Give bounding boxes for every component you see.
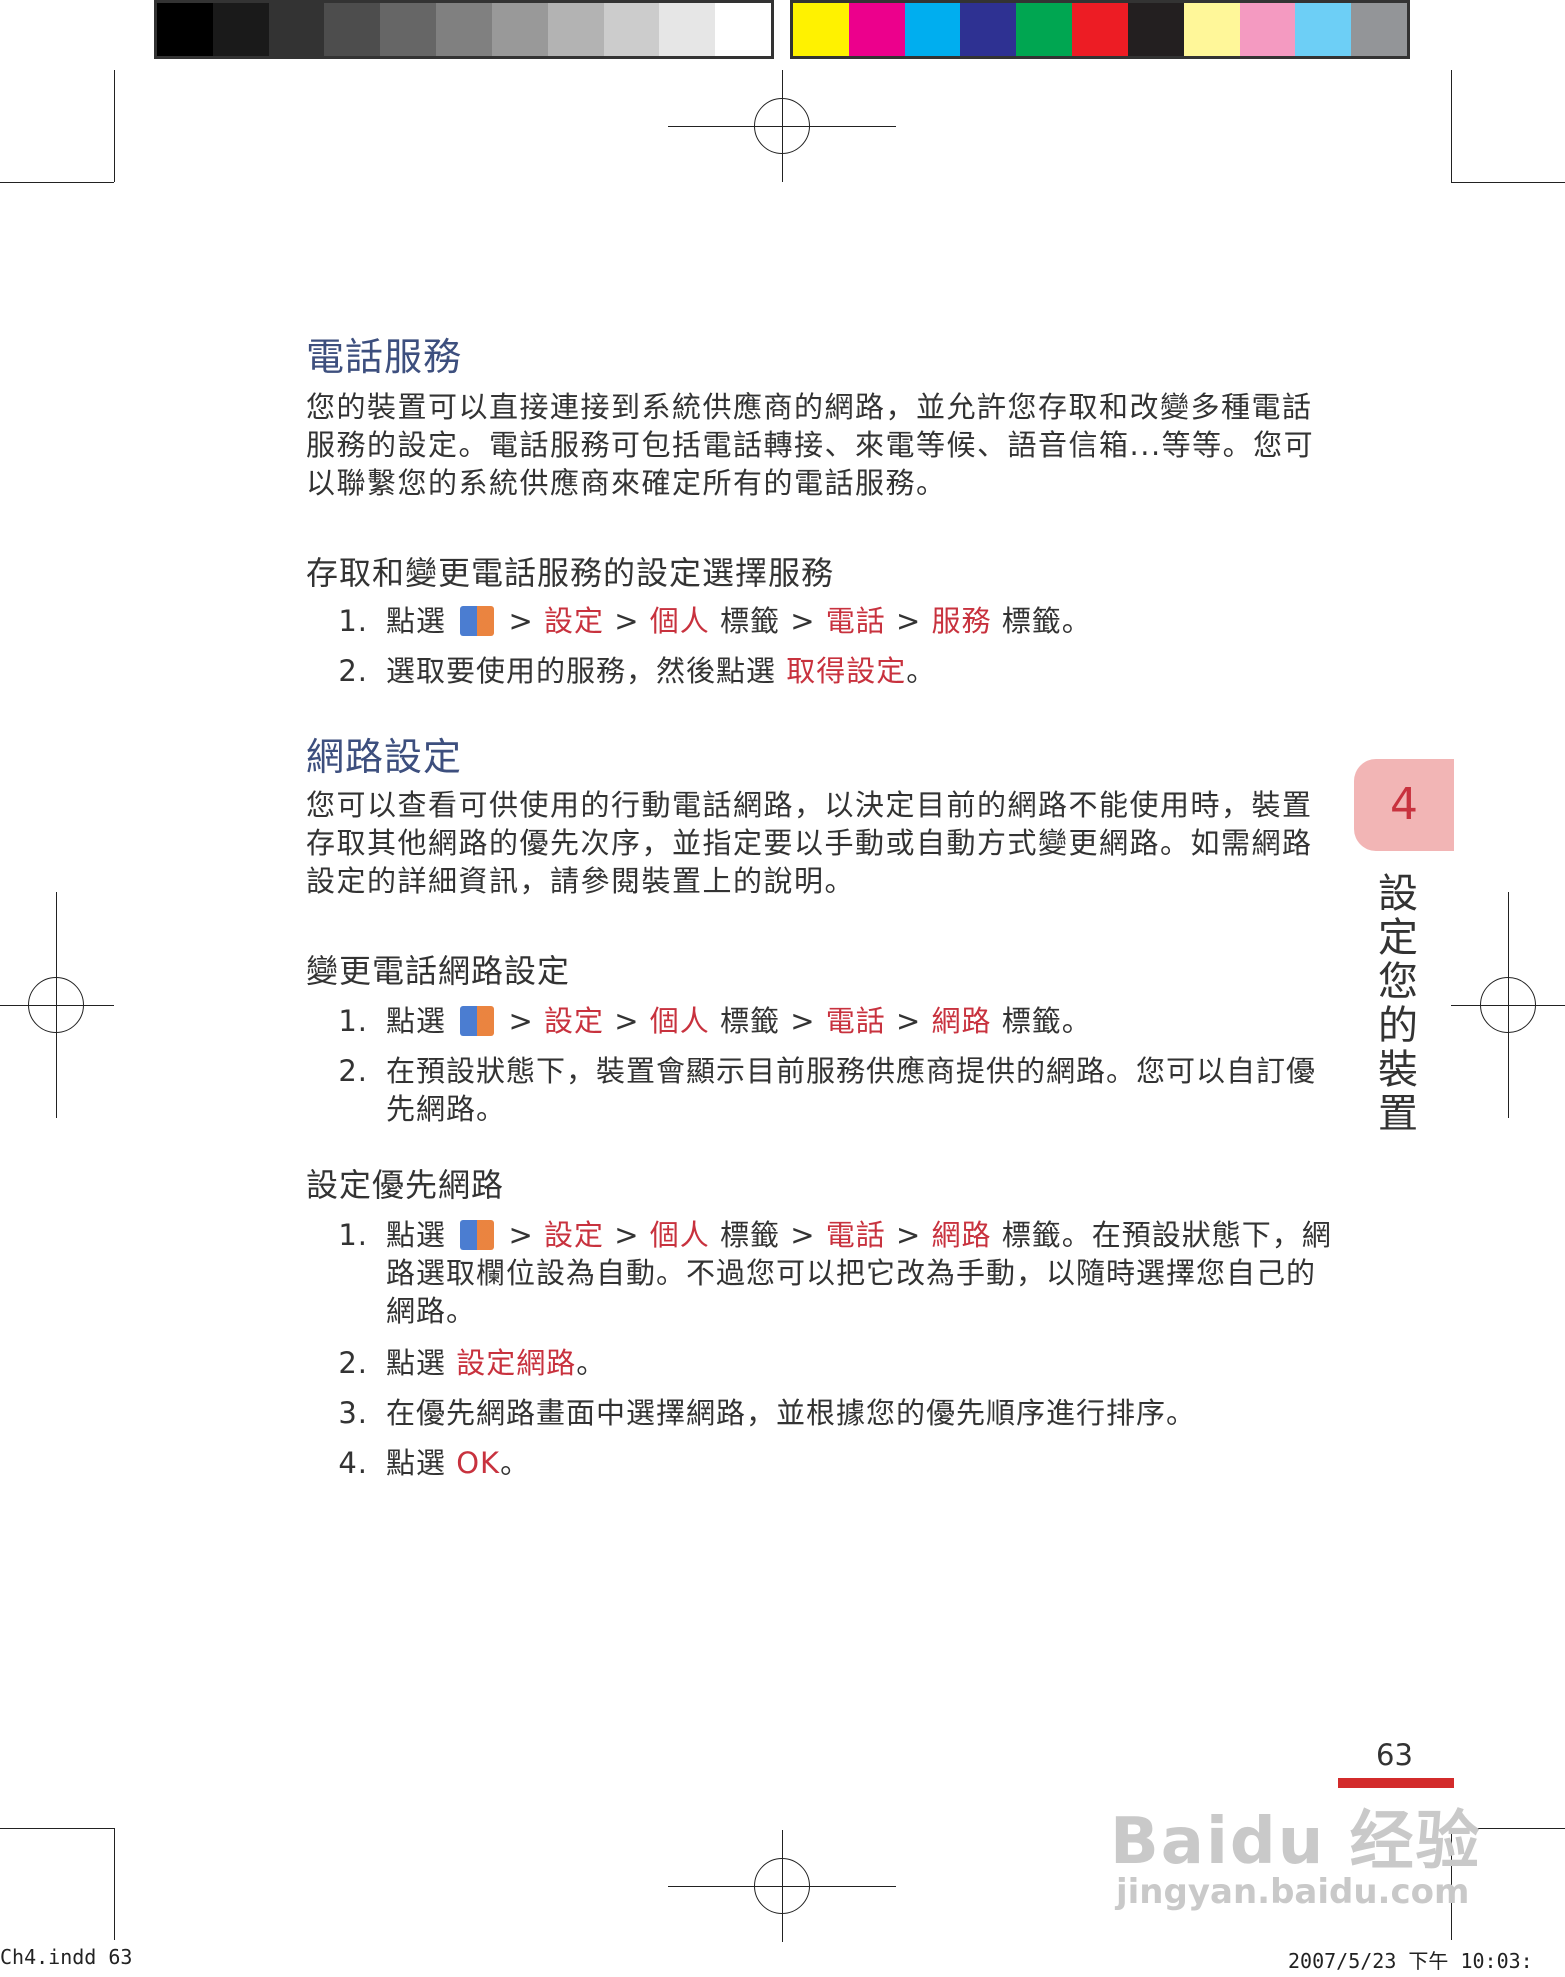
step-text: 點選 > 設定 > 個人 標籤 > 電話 > 網路 標籤。 — [386, 1004, 1092, 1038]
crop-mark — [1451, 70, 1452, 182]
gray-swatch — [603, 3, 660, 56]
color-swatch — [1127, 3, 1184, 56]
step-text: 點選 設定網路。 — [386, 1346, 607, 1380]
tab-services[interactable]: 服務 — [932, 604, 992, 638]
menu-settings[interactable]: 設定 — [544, 1218, 604, 1252]
step-number: 4. — [338, 1446, 368, 1480]
gray-swatch — [212, 3, 269, 56]
step-text: 在優先網路畫面中選擇網路，並根據您的優先順序進行排序。 — [386, 1396, 1197, 1430]
windows-start-icon[interactable] — [460, 606, 495, 636]
registration-circle — [754, 1858, 810, 1914]
gray-swatch — [491, 3, 548, 56]
color-swatch — [1239, 3, 1296, 56]
menu-settings[interactable]: 設定 — [544, 604, 604, 638]
page-number: 63 — [1376, 1738, 1413, 1772]
gray-swatch — [157, 3, 213, 56]
subsection-access-phone-services: 存取和變更電話服務的設定選擇服務 — [306, 554, 835, 592]
step-number: 1. — [338, 1004, 368, 1038]
process-color-bar — [790, 0, 1410, 59]
section-title-phone-services: 電話服務 — [306, 335, 463, 379]
gray-swatch — [436, 3, 492, 56]
registration-circle — [28, 977, 84, 1033]
menu-settings[interactable]: 設定 — [544, 1004, 604, 1038]
chapter-tab: 4 — [1354, 759, 1454, 851]
color-swatch — [1351, 3, 1407, 56]
color-swatch — [793, 3, 849, 56]
color-swatch — [1183, 3, 1240, 56]
step-number: 1. — [338, 604, 368, 638]
baidu-watermark-url: jingyan.baidu.com — [1116, 1872, 1470, 1912]
gray-swatch — [715, 3, 771, 56]
slug-file-info: Ch4.indd 63 — [0, 1945, 133, 1969]
color-swatch — [1072, 3, 1128, 56]
step-number: 2. — [338, 654, 368, 688]
network-settings-paragraph: 您可以查看可供使用的行動電話網路，以決定目前的網路不能使用時，裝置存取其他網路的… — [306, 788, 1313, 898]
registration-circle — [1480, 977, 1536, 1033]
phone-services-paragraph: 您的裝置可以直接連接到系統供應商的網路，並允許您存取和改變多種電話服務的設定。電… — [306, 390, 1315, 500]
step-text: 點選 > 設定 > 個人 標籤 > 電話 > 服務 標籤。 — [386, 604, 1092, 638]
windows-start-icon[interactable] — [460, 1006, 495, 1036]
crop-mark — [0, 182, 114, 183]
gray-swatch — [268, 3, 325, 56]
gray-swatch — [380, 3, 437, 56]
step-text: 選取要使用的服務，然後點選 取得設定。 — [386, 654, 937, 688]
color-swatch — [960, 3, 1017, 56]
page-number-bar — [1338, 1778, 1454, 1788]
subsection-preferred-network: 設定優先網路 — [306, 1166, 505, 1204]
color-swatch — [848, 3, 905, 56]
section-title-network-settings: 網路設定 — [306, 735, 463, 779]
menu-phone[interactable]: 電話 — [826, 1218, 886, 1252]
menu-phone[interactable]: 電話 — [826, 604, 886, 638]
menu-phone[interactable]: 電話 — [826, 1004, 886, 1038]
step-number: 2. — [338, 1054, 368, 1088]
step-number: 2. — [338, 1346, 368, 1380]
baidu-watermark: Baidu 经验 — [1110, 1805, 1482, 1879]
crop-mark — [0, 1828, 114, 1829]
gray-swatch — [547, 3, 604, 56]
gray-swatch — [659, 3, 716, 56]
step-text: 點選 > 設定 > 個人 標籤 > 電話 > 網路 標籤。在預設狀態下，網路選取… — [386, 1218, 1332, 1328]
get-settings-button[interactable]: 取得設定 — [786, 654, 906, 688]
set-network-button[interactable]: 設定網路 — [456, 1346, 576, 1380]
step-number: 3. — [338, 1396, 368, 1430]
slug-date-info: 2007/5/23 下午 10:03: — [1288, 1949, 1533, 1973]
subsection-change-network: 變更電話網路設定 — [306, 952, 571, 990]
color-swatch — [904, 3, 961, 56]
tab-personal[interactable]: 個人 — [650, 1218, 710, 1252]
grayscale-color-bar — [154, 0, 774, 59]
color-swatch — [1016, 3, 1073, 56]
step-number: 1. — [338, 1218, 368, 1252]
step-text: 點選 OK。 — [386, 1446, 531, 1480]
windows-start-icon[interactable] — [460, 1220, 495, 1250]
tab-personal[interactable]: 個人 — [650, 1004, 710, 1038]
tab-network[interactable]: 網路 — [932, 1004, 992, 1038]
crop-mark — [1451, 182, 1565, 183]
ok-button[interactable]: OK — [456, 1446, 500, 1480]
chapter-title-vertical: 設 定 您 的 裝 置 — [1378, 871, 1418, 1137]
tab-personal[interactable]: 個人 — [650, 604, 710, 638]
crop-mark — [114, 70, 115, 182]
tab-network[interactable]: 網路 — [932, 1218, 992, 1252]
color-swatch — [1295, 3, 1352, 56]
registration-circle — [754, 98, 810, 154]
crop-mark — [114, 1828, 115, 1940]
step-text: 在預設狀態下，裝置會顯示目前服務供應商提供的網路。您可以自訂優先網路。 — [386, 1054, 1317, 1126]
gray-swatch — [324, 3, 381, 56]
